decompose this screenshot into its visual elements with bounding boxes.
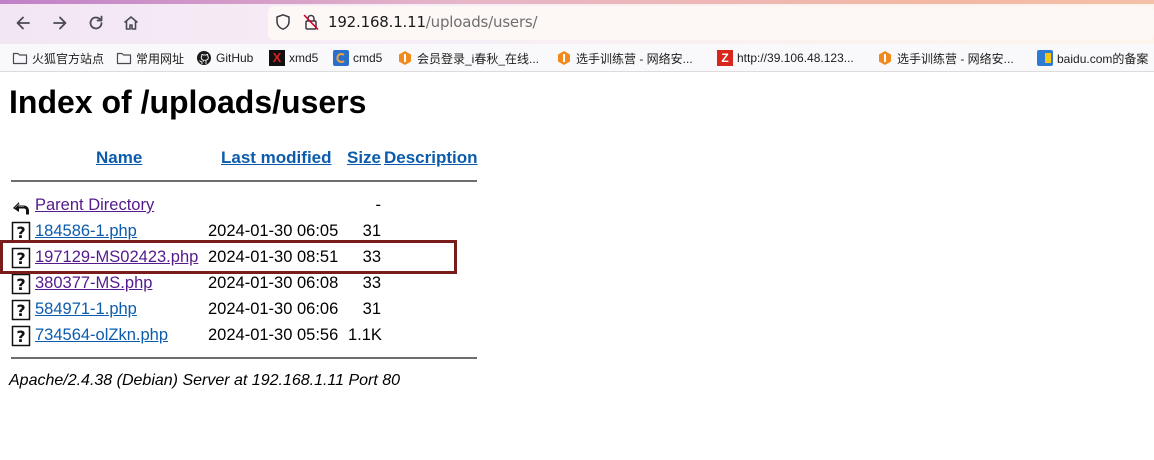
- column-header-size[interactable]: Size: [347, 148, 381, 168]
- file-modified: 2024-01-30 06:08: [208, 274, 339, 292]
- column-header-name[interactable]: Name: [96, 148, 142, 168]
- parent-directory-link[interactable]: Parent Directory: [35, 196, 154, 215]
- bookmark-label: 选手训练营 - 网络安...: [897, 51, 1014, 66]
- bookmark-item[interactable]: X xmd5: [269, 48, 318, 68]
- forward-arrow-icon: [53, 16, 67, 30]
- bookmark-item[interactable]: 选手训练营 - 网络安...: [556, 48, 693, 68]
- z-icon: Z: [717, 50, 733, 66]
- bookmark-label: baidu.com的备案: [1057, 51, 1149, 66]
- file-modified: 2024-01-30 06:06: [208, 300, 339, 318]
- bookmark-item[interactable]: 常用网址: [116, 48, 184, 68]
- column-header-last-modified[interactable]: Last modified: [221, 148, 332, 168]
- unknown-file-icon: ?: [10, 299, 32, 321]
- svg-text:?: ?: [16, 275, 25, 294]
- file-size: 1.1K: [348, 326, 382, 344]
- xmd5-icon: X: [269, 50, 285, 66]
- back-button[interactable]: [10, 10, 36, 36]
- table-row: Parent Directory -: [10, 194, 470, 218]
- bookmark-item[interactable]: 选手训练营 - 网络安...: [877, 48, 1014, 68]
- file-link[interactable]: 184586-1.php: [35, 222, 137, 241]
- folder-icon: [116, 50, 132, 66]
- ichunqiu-icon: [397, 50, 413, 66]
- bookmark-item[interactable]: baidu.com的备案: [1037, 48, 1148, 68]
- file-modified: 2024-01-30 06:05: [208, 222, 339, 240]
- bookmarks-bar: 火狐官方站点 常用网址 GitHub X xmd5 cmd5 会员登录_i春秋_…: [0, 44, 1154, 72]
- folder-icon: [12, 50, 28, 66]
- github-icon: [196, 50, 212, 66]
- table-row: ? 734564-olZkn.php 2024-01-30 05:56 1.1K: [10, 324, 470, 348]
- bookmark-item[interactable]: Z http://39.106.48.123...: [717, 48, 854, 68]
- bookmark-label: 选手训练营 - 网络安...: [576, 51, 693, 66]
- home-icon: [123, 16, 139, 30]
- unknown-file-icon: ?: [10, 273, 32, 295]
- bookmark-label: 火狐官方站点: [32, 51, 105, 66]
- table-row: ? 380377-MS.php 2024-01-30 06:08 33: [10, 272, 470, 296]
- url-text[interactable]: 192.168.1.11/uploads/users/: [328, 13, 538, 31]
- svg-text:?: ?: [16, 327, 25, 346]
- server-signature: Apache/2.4.38 (Debian) Server at 192.168…: [9, 372, 401, 389]
- insecure-lock-icon[interactable]: [302, 13, 320, 31]
- bookmark-label: GitHub: [216, 51, 254, 65]
- page-content: Index of /uploads/users Name Last modifi…: [0, 72, 1154, 460]
- bookmark-label: cmd5: [353, 51, 383, 65]
- forward-button[interactable]: [47, 10, 73, 36]
- header-divider: [11, 180, 477, 182]
- back-arrow-icon: [16, 16, 30, 30]
- table-row: ? 584971-1.php 2024-01-30 06:06 31: [10, 298, 470, 322]
- back-arrow-icon: [10, 195, 32, 217]
- bookmark-label: http://39.106.48.123...: [737, 51, 854, 65]
- svg-text:?: ?: [16, 301, 25, 320]
- file-modified: 2024-01-30 05:56: [208, 326, 339, 344]
- file-link[interactable]: 584971-1.php: [35, 300, 137, 319]
- page-title: Index of /uploads/users: [9, 84, 367, 120]
- file-link[interactable]: 380377-MS.php: [35, 274, 152, 293]
- file-size: -: [375, 196, 382, 214]
- bookmark-item[interactable]: 会员登录_i春秋_在线...: [397, 48, 539, 68]
- reload-icon: [89, 15, 103, 30]
- ichunqiu-icon: [556, 50, 572, 66]
- url-host: 192.168.1.11: [328, 13, 426, 31]
- bookmark-item[interactable]: cmd5: [333, 48, 382, 68]
- home-button[interactable]: [118, 10, 144, 36]
- ichunqiu-icon: [877, 50, 893, 66]
- unknown-file-icon: ?: [10, 325, 32, 347]
- highlight-annotation-box: [0, 240, 457, 274]
- reload-button[interactable]: [83, 10, 109, 36]
- column-header-description[interactable]: Description: [384, 148, 478, 168]
- bookmark-label: 常用网址: [136, 51, 185, 66]
- file-link[interactable]: 734564-olZkn.php: [35, 326, 168, 345]
- file-size: 31: [362, 222, 381, 240]
- file-size: 31: [362, 300, 381, 318]
- bookmark-label: 会员登录_i春秋_在线...: [417, 51, 540, 66]
- bookmark-item[interactable]: 火狐官方站点: [12, 48, 104, 68]
- file-size: 33: [362, 274, 381, 292]
- bookmark-label: xmd5: [289, 51, 319, 65]
- bookmark-item[interactable]: GitHub: [196, 48, 253, 68]
- browser-toolbar: 192.168.1.11/uploads/users/: [0, 0, 1154, 44]
- footer-divider: [11, 357, 477, 359]
- url-path: /uploads/users/: [425, 13, 538, 31]
- baidu-icon: [1037, 50, 1053, 66]
- cmd5-icon: [333, 50, 349, 66]
- shield-icon[interactable]: [274, 13, 292, 31]
